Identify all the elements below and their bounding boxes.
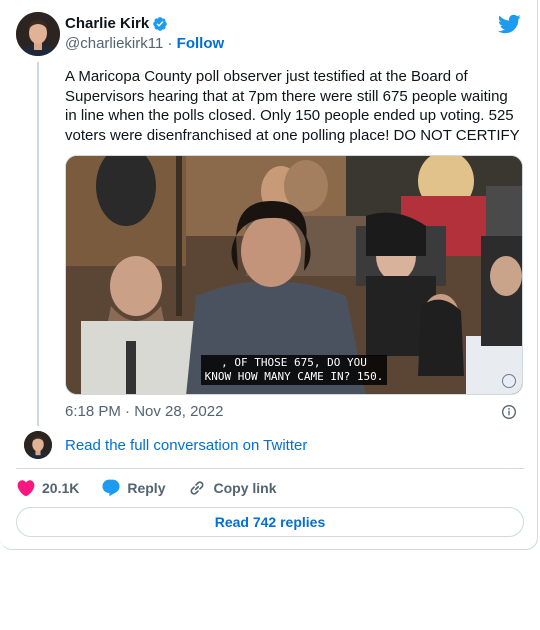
thread-line [37, 62, 39, 426]
author-name-row: Charlie Kirk [65, 15, 168, 32]
tweet-timestamp[interactable]: 6:18 PM · Nov 28, 2022 [65, 403, 223, 420]
like-count: 20.1K [42, 480, 80, 496]
author-display-name[interactable]: Charlie Kirk [65, 15, 149, 32]
video-caption-text: , OF THOSE 675, DO YOU KNOW HOW MANY CAM… [200, 355, 388, 385]
author-handle[interactable]: @charliekirk11 [65, 35, 163, 52]
actions-divider [16, 468, 524, 469]
heart-icon [16, 478, 36, 498]
copy-link-button[interactable]: Copy link [187, 478, 277, 498]
tweet-media-video[interactable]: , OF THOSE 675, DO YOU KNOW HOW MANY CAM… [65, 155, 523, 395]
tweet-time: 6:18 PM [65, 403, 121, 420]
follow-button[interactable]: Follow [177, 35, 225, 52]
meta-separator: · [125, 403, 131, 420]
tweet-date: Nov 28, 2022 [134, 403, 224, 420]
reply-label: Reply [127, 480, 166, 496]
author-handle-row: @charliekirk11 · Follow [65, 35, 224, 52]
video-caption: , OF THOSE 675, DO YOU KNOW HOW MANY CAM… [66, 355, 522, 385]
link-icon [187, 478, 207, 498]
speech-bubble-icon [101, 478, 121, 498]
info-icon[interactable] [501, 404, 517, 420]
tweet-text: A Maricopa County poll observer just tes… [65, 68, 520, 144]
like-button[interactable]: 20.1K [16, 478, 79, 498]
handle-separator: · [167, 35, 173, 52]
tweet-actions: 20.1K Reply Copy link [16, 478, 299, 498]
copy-link-label: Copy link [213, 480, 277, 496]
verified-badge-icon [152, 16, 168, 32]
read-conversation-link[interactable]: Read the full conversation on Twitter [65, 437, 307, 454]
broadcast-logo-icon [502, 374, 516, 388]
twitter-bird-icon[interactable] [497, 12, 521, 36]
conversation-avatar[interactable] [24, 431, 52, 459]
reply-button[interactable]: Reply [101, 478, 165, 498]
tweet-card: Charlie Kirk @charliekirk11 · Follow A M… [0, 0, 538, 550]
author-avatar[interactable] [16, 12, 60, 56]
read-replies-button[interactable]: Read 742 replies [16, 507, 524, 537]
